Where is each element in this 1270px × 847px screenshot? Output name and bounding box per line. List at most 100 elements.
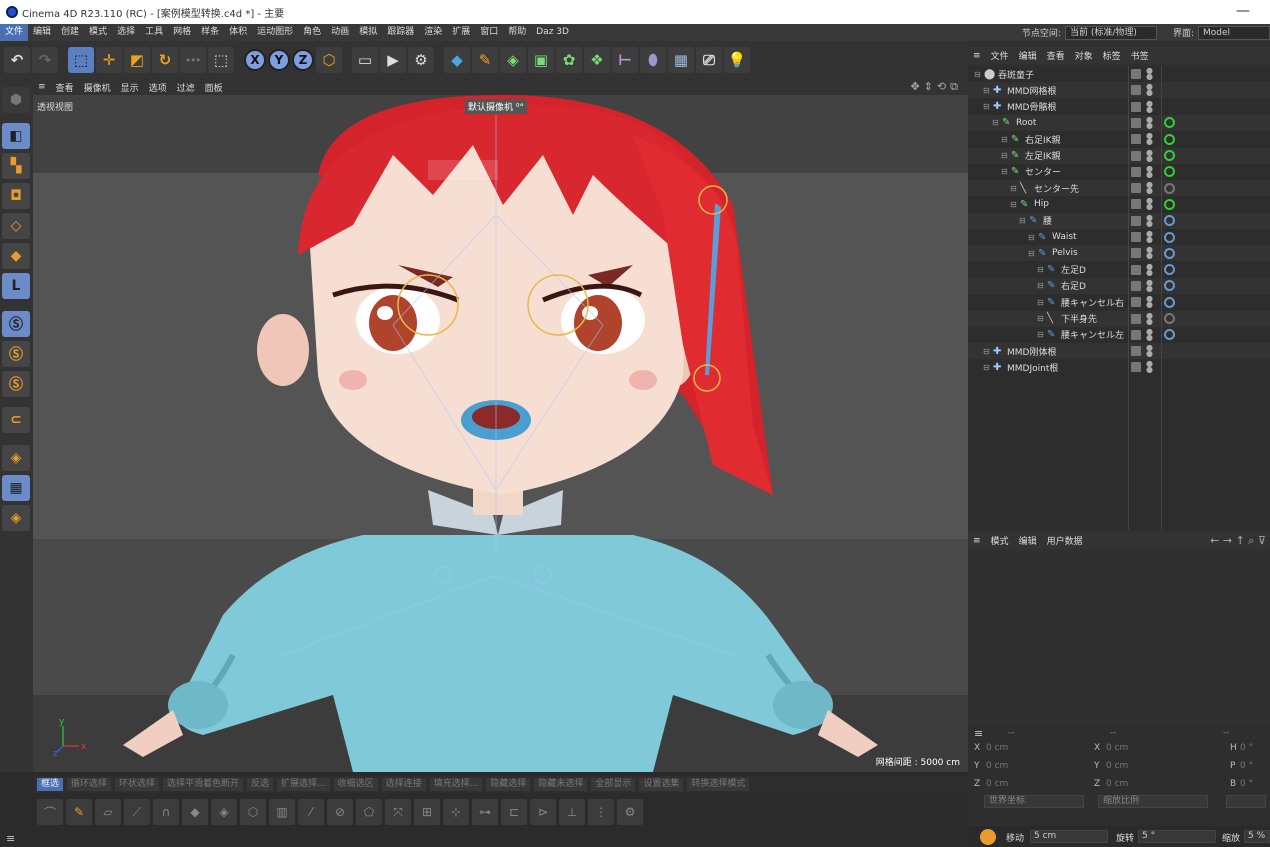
edit-visibility-icon[interactable] bbox=[1131, 69, 1141, 79]
selection-command-button[interactable]: 框选 bbox=[37, 778, 64, 791]
edit-visibility-icon[interactable] bbox=[1131, 101, 1141, 112]
selection-command-button[interactable]: 循环选择 bbox=[67, 778, 112, 791]
object-row[interactable]: ⊟ ✎ 腰キャンセル右 ● ● bbox=[968, 294, 1270, 310]
render-visibility-icon[interactable]: ● ● bbox=[1146, 148, 1153, 162]
render-icon[interactable]: ▶ bbox=[380, 47, 406, 73]
object-row[interactable]: ⊟ ✎ Waist ● ● bbox=[968, 229, 1270, 245]
attribute-menu-item[interactable]: 模式 bbox=[986, 534, 1014, 547]
viewport-menu-item[interactable]: 选项 bbox=[144, 81, 172, 94]
edit-visibility-icon[interactable] bbox=[1131, 280, 1141, 291]
edit-visibility-icon[interactable] bbox=[1131, 134, 1141, 145]
edit-visibility-icon[interactable] bbox=[1131, 329, 1141, 340]
render-visibility-icon[interactable]: ● ● bbox=[1146, 197, 1153, 211]
expand-toggle-icon[interactable]: ⊟ bbox=[983, 363, 990, 372]
coordinate-value-field[interactable]: 0 ° bbox=[1240, 743, 1253, 753]
render-settings-icon[interactable]: ⚙ bbox=[408, 47, 434, 73]
array-icon[interactable]: ❖ bbox=[584, 47, 610, 73]
polygon-pen-tool-icon[interactable]: ⬠ bbox=[356, 799, 382, 825]
render-visibility-icon[interactable]: ● ● bbox=[1146, 83, 1153, 97]
menu-item[interactable]: 编辑 bbox=[28, 24, 56, 41]
render-visibility-icon[interactable]: ● ● bbox=[1146, 230, 1153, 244]
menu-item[interactable]: 网格 bbox=[168, 24, 196, 41]
perspective-viewport[interactable]: 透视视图 默认摄像机 ⁰° 网格间距 : 5000 cm y x z bbox=[33, 95, 968, 772]
attribute-manager-menu-icon[interactable]: ≡ bbox=[968, 536, 986, 546]
camera-label[interactable]: 默认摄像机 ⁰° bbox=[465, 99, 527, 114]
solo-icon[interactable]: Ⓢ bbox=[2, 311, 30, 337]
menu-item[interactable]: Daz 3D bbox=[531, 24, 574, 41]
brush-tool-icon[interactable]: ✎ bbox=[66, 799, 92, 825]
scale-snap-field[interactable]: 5 % bbox=[1244, 830, 1270, 843]
coordinate-value-field[interactable]: 0 cm bbox=[1106, 761, 1128, 771]
object-manager-list[interactable]: ⊟ ⬤ 吞斑童子 ● ● ⊟ ✚ MMD网格根 ● ● ⊟ ✚ MMD骨骼根 ● ● ⊟ ✎ Root ● ● ⊟ ✎ 右足… bbox=[968, 66, 1270, 530]
object-manager-menu-item[interactable]: 书签 bbox=[1126, 49, 1154, 62]
selection-command-button[interactable]: 扩展选择... bbox=[277, 778, 330, 791]
render-visibility-icon[interactable]: ● ● bbox=[1146, 213, 1153, 227]
expand-toggle-icon[interactable]: ⊟ bbox=[983, 86, 990, 95]
object-row[interactable]: ⊟ ╲ 下半身先 ● ● bbox=[968, 310, 1270, 327]
lock-workplane-icon[interactable]: ▦ bbox=[2, 475, 30, 501]
ik-tag-icon[interactable] bbox=[1164, 215, 1175, 227]
bevel-tool-icon[interactable]: ⬡ bbox=[240, 799, 266, 825]
edit-visibility-icon[interactable] bbox=[1131, 313, 1141, 324]
viewport-menu-item[interactable]: 面板 bbox=[200, 81, 228, 94]
object-row[interactable]: ⊟ ✎ 腰 ● ● bbox=[968, 212, 1270, 229]
object-row[interactable]: ⊟ ✎ 左足IK親 ● ● bbox=[968, 147, 1270, 164]
make-editable-icon[interactable]: ⬢ bbox=[2, 87, 30, 113]
ik-tag-icon[interactable] bbox=[1164, 247, 1175, 259]
render-visibility-icon[interactable]: ● ● bbox=[1146, 246, 1153, 260]
world-coordinates-select[interactable]: 世界坐标 bbox=[984, 795, 1084, 808]
x-axis-icon[interactable]: X bbox=[244, 49, 266, 71]
render-visibility-icon[interactable]: ● ● bbox=[1146, 327, 1153, 341]
plane-tool-icon[interactable]: ▱ bbox=[95, 799, 121, 825]
cloner-icon[interactable]: ✿ bbox=[556, 47, 582, 73]
edit-visibility-icon[interactable] bbox=[1131, 215, 1141, 226]
extrude-icon[interactable]: ▣ bbox=[528, 47, 554, 73]
expand-toggle-icon[interactable]: ⊟ bbox=[1001, 151, 1008, 160]
expand-toggle-icon[interactable]: ⊟ bbox=[1001, 167, 1008, 176]
selection-command-button[interactable]: 填充选择... bbox=[429, 778, 483, 791]
object-row[interactable]: ⊟ ⬤ 吞斑童子 ● ● bbox=[968, 66, 1270, 82]
coordinate-value-field[interactable]: 0 ° bbox=[1240, 779, 1253, 789]
selection-command-button[interactable]: 设置选集 bbox=[639, 778, 684, 791]
selection-command-button[interactable]: 全部显示 bbox=[591, 778, 636, 791]
edit-visibility-icon[interactable] bbox=[1131, 85, 1141, 96]
render-visibility-icon[interactable]: ● ● bbox=[1146, 360, 1153, 374]
object-row[interactable]: ⊟ ✚ MMD骨骼根 ● ● bbox=[968, 99, 1270, 115]
object-manager-menu-item[interactable]: 查看 bbox=[1042, 49, 1070, 62]
ik-tag-icon[interactable] bbox=[1164, 117, 1175, 129]
recent-tool-icon[interactable]: ⋯ bbox=[180, 47, 206, 73]
object-row[interactable]: ⊟ ╲ センター先 ● ● bbox=[968, 180, 1270, 197]
object-row[interactable]: ⊟ ✎ Pelvis ● ● bbox=[968, 245, 1270, 262]
dissolve-tool-icon[interactable]: ⊞ bbox=[414, 799, 440, 825]
snap-status-icon[interactable] bbox=[980, 829, 996, 845]
xyz-tool-icon[interactable]: ⋮ bbox=[588, 799, 614, 825]
render-visibility-icon[interactable]: ● ● bbox=[1146, 262, 1153, 276]
ik-tag-icon[interactable] bbox=[1164, 296, 1175, 308]
expand-toggle-icon[interactable]: ⊟ bbox=[1010, 200, 1017, 209]
expand-toggle-icon[interactable]: ⊟ bbox=[1037, 314, 1044, 323]
menu-item[interactable]: 工具 bbox=[140, 24, 168, 41]
ik-tag-icon[interactable] bbox=[1164, 264, 1175, 276]
selection-command-button[interactable]: 反选 bbox=[247, 778, 274, 791]
loop-cut-tool-icon[interactable]: ⊘ bbox=[327, 799, 353, 825]
pen-icon[interactable]: ✎ bbox=[472, 47, 498, 73]
node-space-select[interactable]: 当前 (标准/物理) bbox=[1064, 25, 1157, 40]
ik-tag-icon[interactable] bbox=[1164, 329, 1175, 341]
render-visibility-icon[interactable]: ● ● bbox=[1146, 278, 1153, 292]
solo-hierarchy-icon[interactable]: Ⓢ bbox=[2, 371, 30, 397]
object-row[interactable]: ⊟ ✎ センター ● ● bbox=[968, 164, 1270, 180]
rotate-snap-field[interactable]: 5 ° bbox=[1138, 830, 1216, 843]
coordinate-value-field[interactable]: 0 cm bbox=[1106, 743, 1128, 753]
ik-tag-icon[interactable] bbox=[1164, 313, 1175, 324]
expand-toggle-icon[interactable]: ⊟ bbox=[1001, 135, 1008, 144]
scale-icon[interactable]: ◩ bbox=[124, 47, 150, 73]
apply-button[interactable] bbox=[1226, 795, 1266, 808]
expand-toggle-icon[interactable]: ⊟ bbox=[1010, 184, 1017, 193]
coordinate-system-icon[interactable]: ⬡ bbox=[316, 47, 342, 73]
selection-command-button[interactable]: 选择连接 bbox=[381, 778, 426, 791]
polygons-mode-icon[interactable]: ◆ bbox=[2, 243, 30, 269]
knife-tool-icon[interactable]: ⟋ bbox=[124, 799, 150, 825]
edit-visibility-icon[interactable] bbox=[1131, 232, 1141, 242]
points-mode-icon[interactable]: ◘ bbox=[2, 183, 30, 209]
bridge-tool-icon[interactable]: ▥ bbox=[269, 799, 295, 825]
